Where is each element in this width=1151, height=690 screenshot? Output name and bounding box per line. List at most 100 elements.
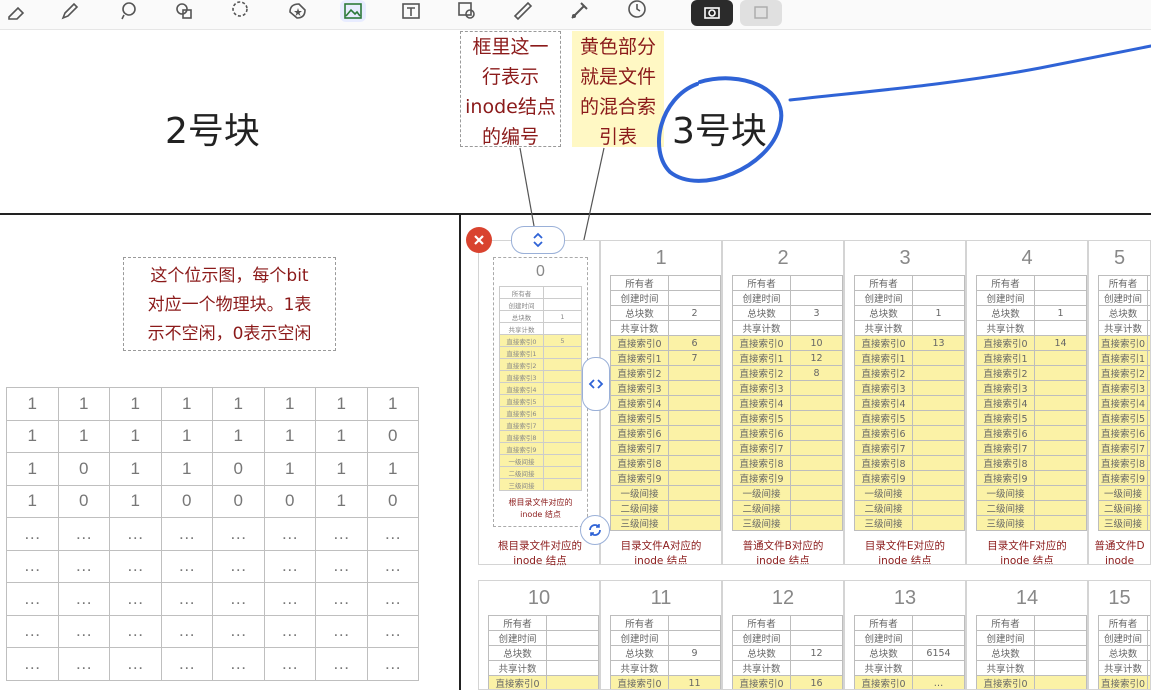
inode-row: 创建时间 bbox=[976, 630, 1087, 646]
inode-caption: 普通文件B对应的 inode 结点 bbox=[723, 539, 843, 565]
inode-row: 共享计数 bbox=[976, 320, 1087, 336]
field-value bbox=[668, 380, 721, 396]
field-value bbox=[1034, 630, 1087, 646]
inode-row: 直接索引2 bbox=[1097, 365, 1150, 381]
inode-row: 直接索引7 bbox=[610, 440, 721, 456]
camera-icon[interactable] bbox=[691, 0, 733, 26]
field-value bbox=[790, 455, 843, 471]
bitmap-cell: 0 bbox=[212, 484, 265, 518]
inode-row: 直接索引1 bbox=[1097, 350, 1150, 366]
field-value bbox=[1147, 500, 1150, 516]
field-name: 直接索引6 bbox=[976, 425, 1035, 441]
bitmap-cell: 1 bbox=[109, 452, 162, 486]
text-box-icon[interactable] bbox=[398, 0, 424, 22]
inode-row: 直接索引8 bbox=[499, 430, 582, 443]
field-value: 2 bbox=[668, 305, 721, 321]
root-inode-selection[interactable]: 0 所有者 创建时间 总块数 1 共享计数 直接索引0 5 直接索引1 直接索引2 直接索引3 直接… bbox=[493, 257, 588, 527]
bitmap-cell: … bbox=[109, 582, 162, 616]
field-value bbox=[1147, 470, 1150, 486]
inode-row: 创建时间 bbox=[499, 298, 582, 311]
inode-row: 直接索引0 bbox=[488, 675, 599, 689]
field-value bbox=[543, 418, 582, 431]
bitmap-cell: … bbox=[109, 549, 162, 583]
field-name: 所有者 bbox=[976, 275, 1035, 291]
field-value: 9 bbox=[668, 645, 721, 661]
inode-row: 直接索引7 bbox=[976, 440, 1087, 456]
inode-row: 三级间接 bbox=[732, 515, 843, 531]
field-value bbox=[1034, 380, 1087, 396]
inode-row: 共享计数 bbox=[854, 660, 965, 676]
field-name: 直接索引4 bbox=[854, 395, 913, 411]
inode-row: 所有者 bbox=[610, 275, 721, 291]
bitmap-cell: 1 bbox=[160, 452, 213, 486]
field-name: 直接索引4 bbox=[610, 395, 669, 411]
inode-number: 13 bbox=[893, 587, 917, 609]
field-name: 直接索引8 bbox=[732, 455, 791, 471]
lasso-shape-icon[interactable] bbox=[116, 0, 142, 22]
field-value bbox=[1147, 365, 1150, 381]
image-icon[interactable] bbox=[340, 0, 366, 22]
lasso-icon[interactable] bbox=[227, 0, 253, 22]
inode-card: 12 所有者 创建时间 总块数 12 共享计数 直接索引0 16 bbox=[722, 580, 844, 690]
inode-row: 直接索引4 bbox=[854, 395, 965, 411]
ruler-icon[interactable] bbox=[510, 0, 536, 22]
inode-row: 直接索引1 bbox=[499, 346, 582, 359]
rotate-icon[interactable] bbox=[580, 515, 610, 545]
field-name: 直接索引0 bbox=[976, 335, 1035, 351]
field-name: 直接索引9 bbox=[854, 470, 913, 486]
note-line: 这个位示图，每个bit bbox=[150, 266, 309, 286]
inode-table: 所有者 创建时间 总块数 1 共享计数 直接索引0 13 直接索引1 直接索引2 直接索引3 直接索… bbox=[854, 275, 965, 531]
bitmap-cell: 1 bbox=[6, 419, 59, 453]
field-name: 三级间接 bbox=[854, 515, 913, 531]
inode-row: 直接索引5 bbox=[854, 410, 965, 426]
inode-row: 直接索引4 bbox=[499, 382, 582, 395]
inode-row: 所有者 bbox=[499, 286, 582, 299]
field-name: 直接索引3 bbox=[732, 380, 791, 396]
bitmap-cell: … bbox=[160, 549, 213, 583]
resize-vertical-handle[interactable] bbox=[511, 226, 565, 254]
field-name: 共享计数 bbox=[854, 320, 913, 336]
inode-row: 创建时间 bbox=[1097, 290, 1150, 306]
close-icon[interactable] bbox=[466, 227, 492, 253]
inode-row: 二级间接 bbox=[854, 500, 965, 516]
bitmap-cell: 1 bbox=[315, 484, 368, 518]
sticker-icon[interactable] bbox=[285, 0, 311, 22]
field-name: 总块数 bbox=[976, 645, 1035, 661]
field-name: 直接索引2 bbox=[1097, 365, 1149, 381]
eraser-icon[interactable] bbox=[4, 0, 30, 22]
bitmap-row: …………………… bbox=[6, 582, 419, 616]
inode-row: 所有者 bbox=[732, 615, 843, 631]
inode-row: 总块数 1 bbox=[854, 305, 965, 321]
clock-icon[interactable] bbox=[624, 0, 650, 22]
field-name: 直接索引0 bbox=[499, 334, 544, 347]
caption-line: inode 结点 bbox=[1000, 555, 1054, 565]
zoom-image-icon[interactable] bbox=[454, 0, 480, 22]
field-value bbox=[543, 454, 582, 467]
field-value bbox=[790, 630, 843, 646]
field-name: 直接索引5 bbox=[732, 410, 791, 426]
inode-row: 一级间接 bbox=[499, 454, 582, 467]
field-value bbox=[1147, 440, 1150, 456]
field-value bbox=[912, 440, 965, 456]
block-2-label: 2号块 bbox=[165, 111, 260, 152]
field-name: 共享计数 bbox=[499, 322, 544, 335]
field-value bbox=[912, 455, 965, 471]
shapes-icon[interactable] bbox=[171, 0, 197, 22]
root-inode-card[interactable]: 0 所有者 创建时间 总块数 1 共享计数 直接索引0 5 直接索引1 直接索引2 直接索引3 直接… bbox=[478, 240, 600, 567]
inode-card: 3 所有者 创建时间 总块数 1 共享计数 直接索引0 13 直接索引1 直接索引2 直接索引3 直接… bbox=[844, 240, 966, 565]
caption-line: inode 结点 bbox=[756, 555, 810, 565]
field-value: 1 bbox=[912, 305, 965, 321]
inode-row: 创建时间 bbox=[976, 290, 1087, 306]
field-name: 创建时间 bbox=[854, 290, 913, 306]
resize-horizontal-handle[interactable] bbox=[582, 357, 610, 411]
field-value: 3 bbox=[790, 305, 843, 321]
field-value bbox=[668, 470, 721, 486]
field-name: 直接索引1 bbox=[854, 350, 913, 366]
field-name: 总块数 bbox=[854, 645, 913, 661]
note-line: 对应一个物理块。1表 bbox=[147, 295, 312, 315]
photo-icon[interactable] bbox=[740, 0, 782, 26]
bitmap-cell: … bbox=[263, 549, 316, 583]
pointer-icon[interactable] bbox=[566, 0, 592, 22]
pen-icon[interactable] bbox=[57, 0, 83, 22]
inode-number: 15 bbox=[1108, 587, 1131, 609]
